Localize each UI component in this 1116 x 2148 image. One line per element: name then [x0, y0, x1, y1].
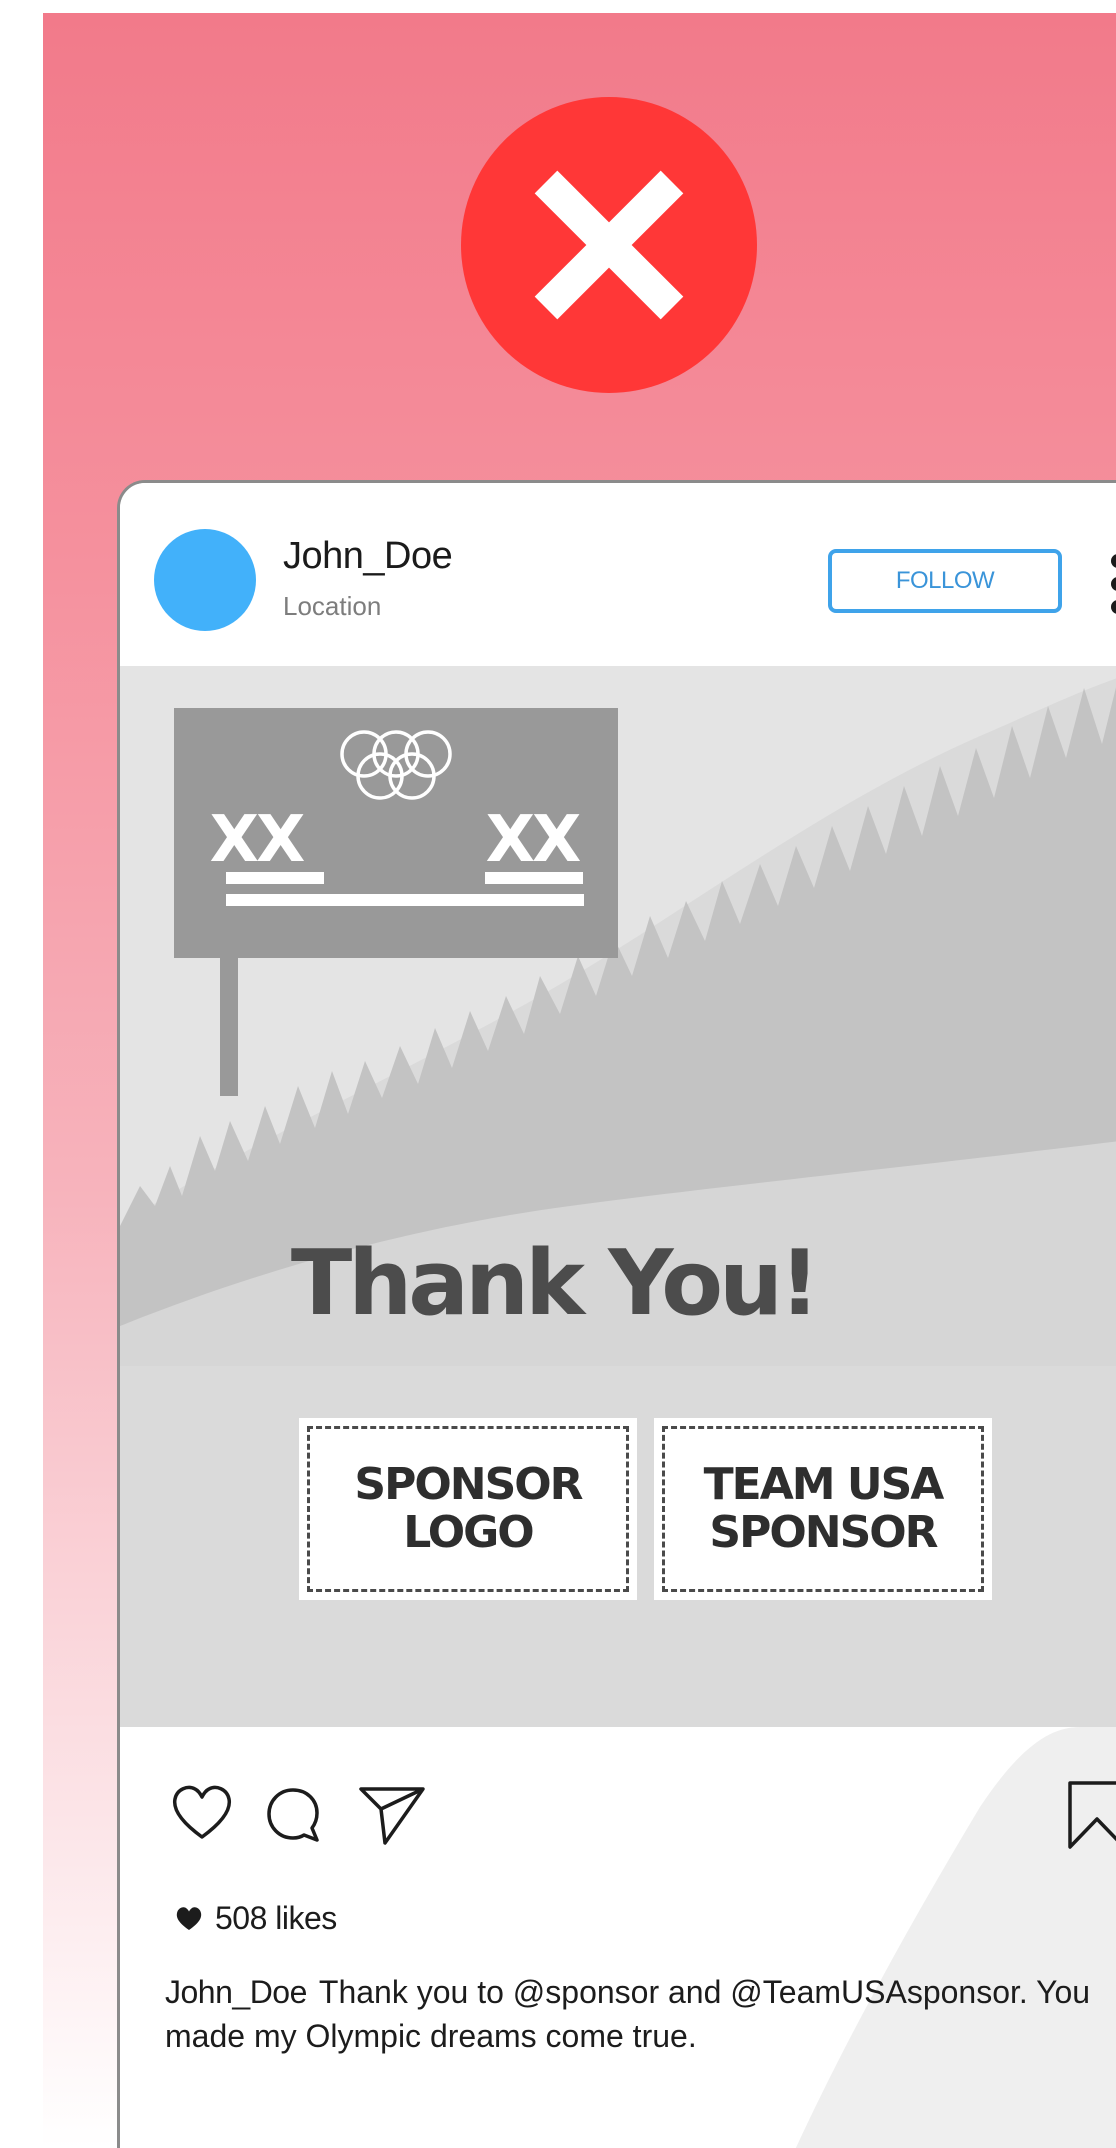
- avatar[interactable]: [154, 529, 256, 631]
- billboard-right-text: XX: [486, 803, 581, 877]
- mockup-background: John_Doe Location FOLLOW XX XX Thank You…: [43, 13, 1116, 2148]
- heart-icon[interactable]: [170, 1783, 234, 1843]
- post-location[interactable]: Location: [283, 591, 381, 622]
- follow-button[interactable]: FOLLOW: [828, 549, 1062, 613]
- comment-icon[interactable]: [263, 1785, 323, 1845]
- team-usa-sponsor-box: TEAM USA SPONSOR: [654, 1418, 992, 1600]
- bookmark-icon[interactable]: [1066, 1779, 1116, 1851]
- post-caption: John_Doe Thank you to @sponsor and @TeamU…: [165, 1970, 1116, 2058]
- sponsor-logo-box: SPONSOR LOGO: [299, 1418, 637, 1600]
- social-post-card: John_Doe Location FOLLOW XX XX Thank You…: [117, 480, 1116, 2148]
- likes-text: 508 likes: [215, 1900, 337, 1936]
- post-headline: Thank You!: [290, 1231, 820, 1336]
- post-username[interactable]: John_Doe: [283, 535, 453, 578]
- post-image[interactable]: XX XX Thank You! SPONSOR LOGO TEAM USA S…: [120, 666, 1116, 1727]
- billboard-left-text: XX: [210, 803, 305, 877]
- post-header: John_Doe Location FOLLOW: [120, 483, 1116, 668]
- close-icon: [534, 170, 684, 320]
- sponsor-logo-label: SPONSOR LOGO: [307, 1426, 629, 1592]
- more-options-icon[interactable]: [1110, 553, 1116, 615]
- rejected-badge: [461, 97, 757, 393]
- team-usa-sponsor-label: TEAM USA SPONSOR: [662, 1426, 984, 1592]
- caption-username[interactable]: John_Doe: [165, 1974, 307, 2010]
- likes-count[interactable]: 508 likes: [175, 1900, 337, 1937]
- heart-filled-icon: [176, 1906, 202, 1930]
- share-icon[interactable]: [357, 1783, 427, 1847]
